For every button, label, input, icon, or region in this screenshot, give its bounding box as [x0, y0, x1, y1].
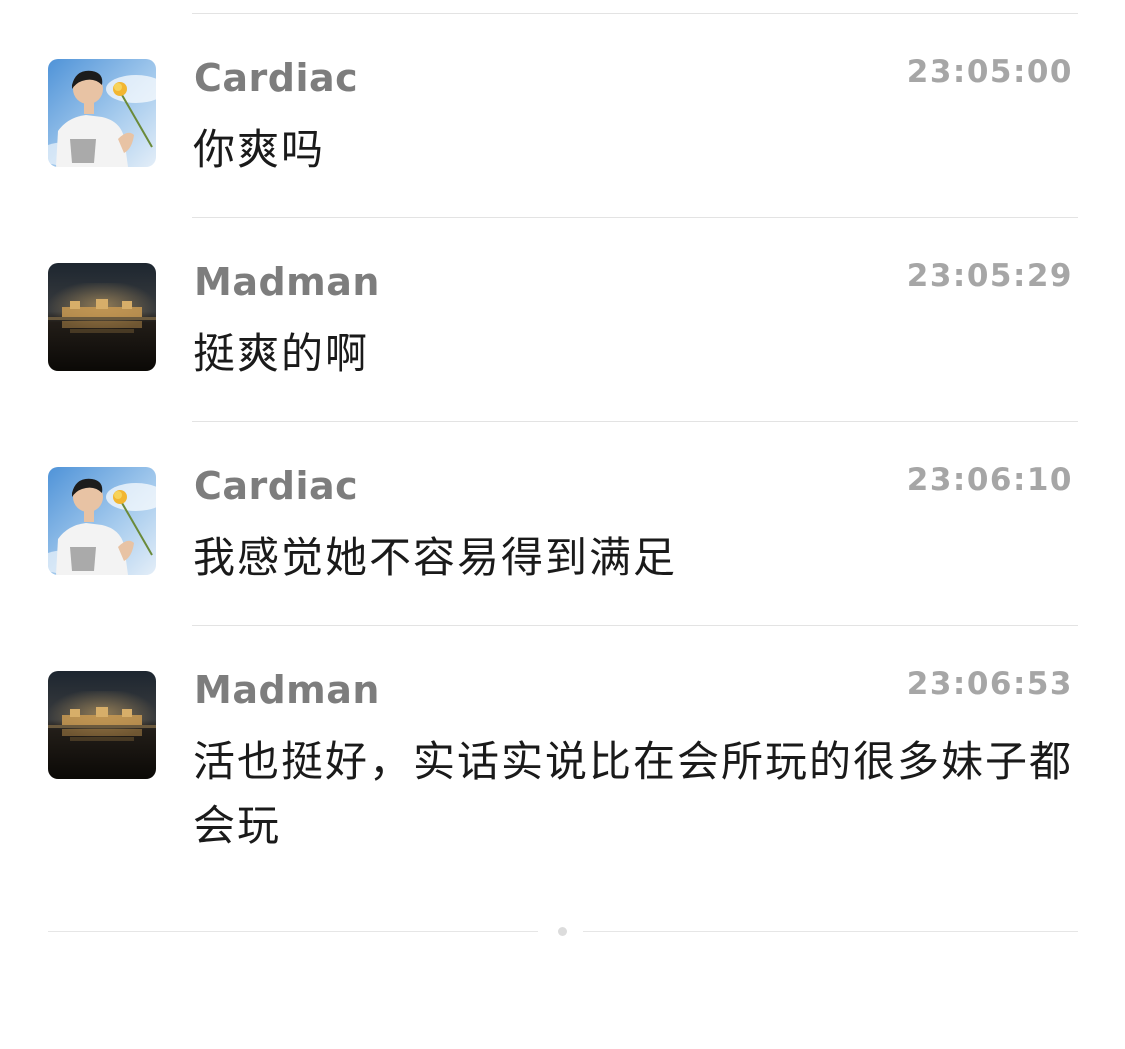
message-timestamp: 23:05:00	[906, 54, 1073, 90]
message-text: 挺爽的啊	[193, 329, 370, 378]
sender-name: Madman	[194, 668, 380, 712]
message-timestamp: 23:06:53	[906, 666, 1073, 702]
message-item[interactable]: Cardiac 23:06:10 我感觉她不容易得到满足	[0, 422, 1125, 626]
avatar-night-city-icon[interactable]	[48, 263, 156, 371]
avatar-portrait-icon[interactable]	[48, 467, 156, 575]
message-text: 你爽吗	[193, 125, 326, 174]
avatar-night-city-image	[48, 263, 156, 371]
sender-name: Madman	[194, 260, 380, 304]
message-item[interactable]: Madman 23:05:29 挺爽的啊	[0, 218, 1125, 422]
list-end-divider	[48, 927, 1078, 936]
avatar-night-city-icon[interactable]	[48, 671, 156, 779]
divider-line-right	[583, 931, 1078, 932]
message-text: 活也挺好，实话实说比在会所玩的很多妹子都会玩	[193, 737, 1074, 850]
message-timestamp: 23:06:10	[906, 462, 1073, 498]
divider-line-left	[48, 931, 538, 932]
message-timestamp: 23:05:29	[906, 258, 1073, 294]
message-list: Cardiac 23:05:00 你爽吗 Madman 23:05:29 挺爽的…	[0, 14, 1125, 870]
message-item[interactable]: Madman 23:06:53 活也挺好，实话实说比在会所玩的很多妹子都会玩	[0, 626, 1125, 870]
avatar-portrait-icon[interactable]	[48, 59, 156, 167]
sender-name: Cardiac	[194, 56, 359, 100]
avatar-portrait-image	[48, 467, 156, 575]
message-text: 我感觉她不容易得到满足	[193, 533, 678, 582]
avatar-night-city-image	[48, 671, 156, 779]
divider-dot-icon	[558, 927, 567, 936]
message-item[interactable]: Cardiac 23:05:00 你爽吗	[0, 14, 1125, 218]
avatar-portrait-image	[48, 59, 156, 167]
sender-name: Cardiac	[194, 464, 359, 508]
